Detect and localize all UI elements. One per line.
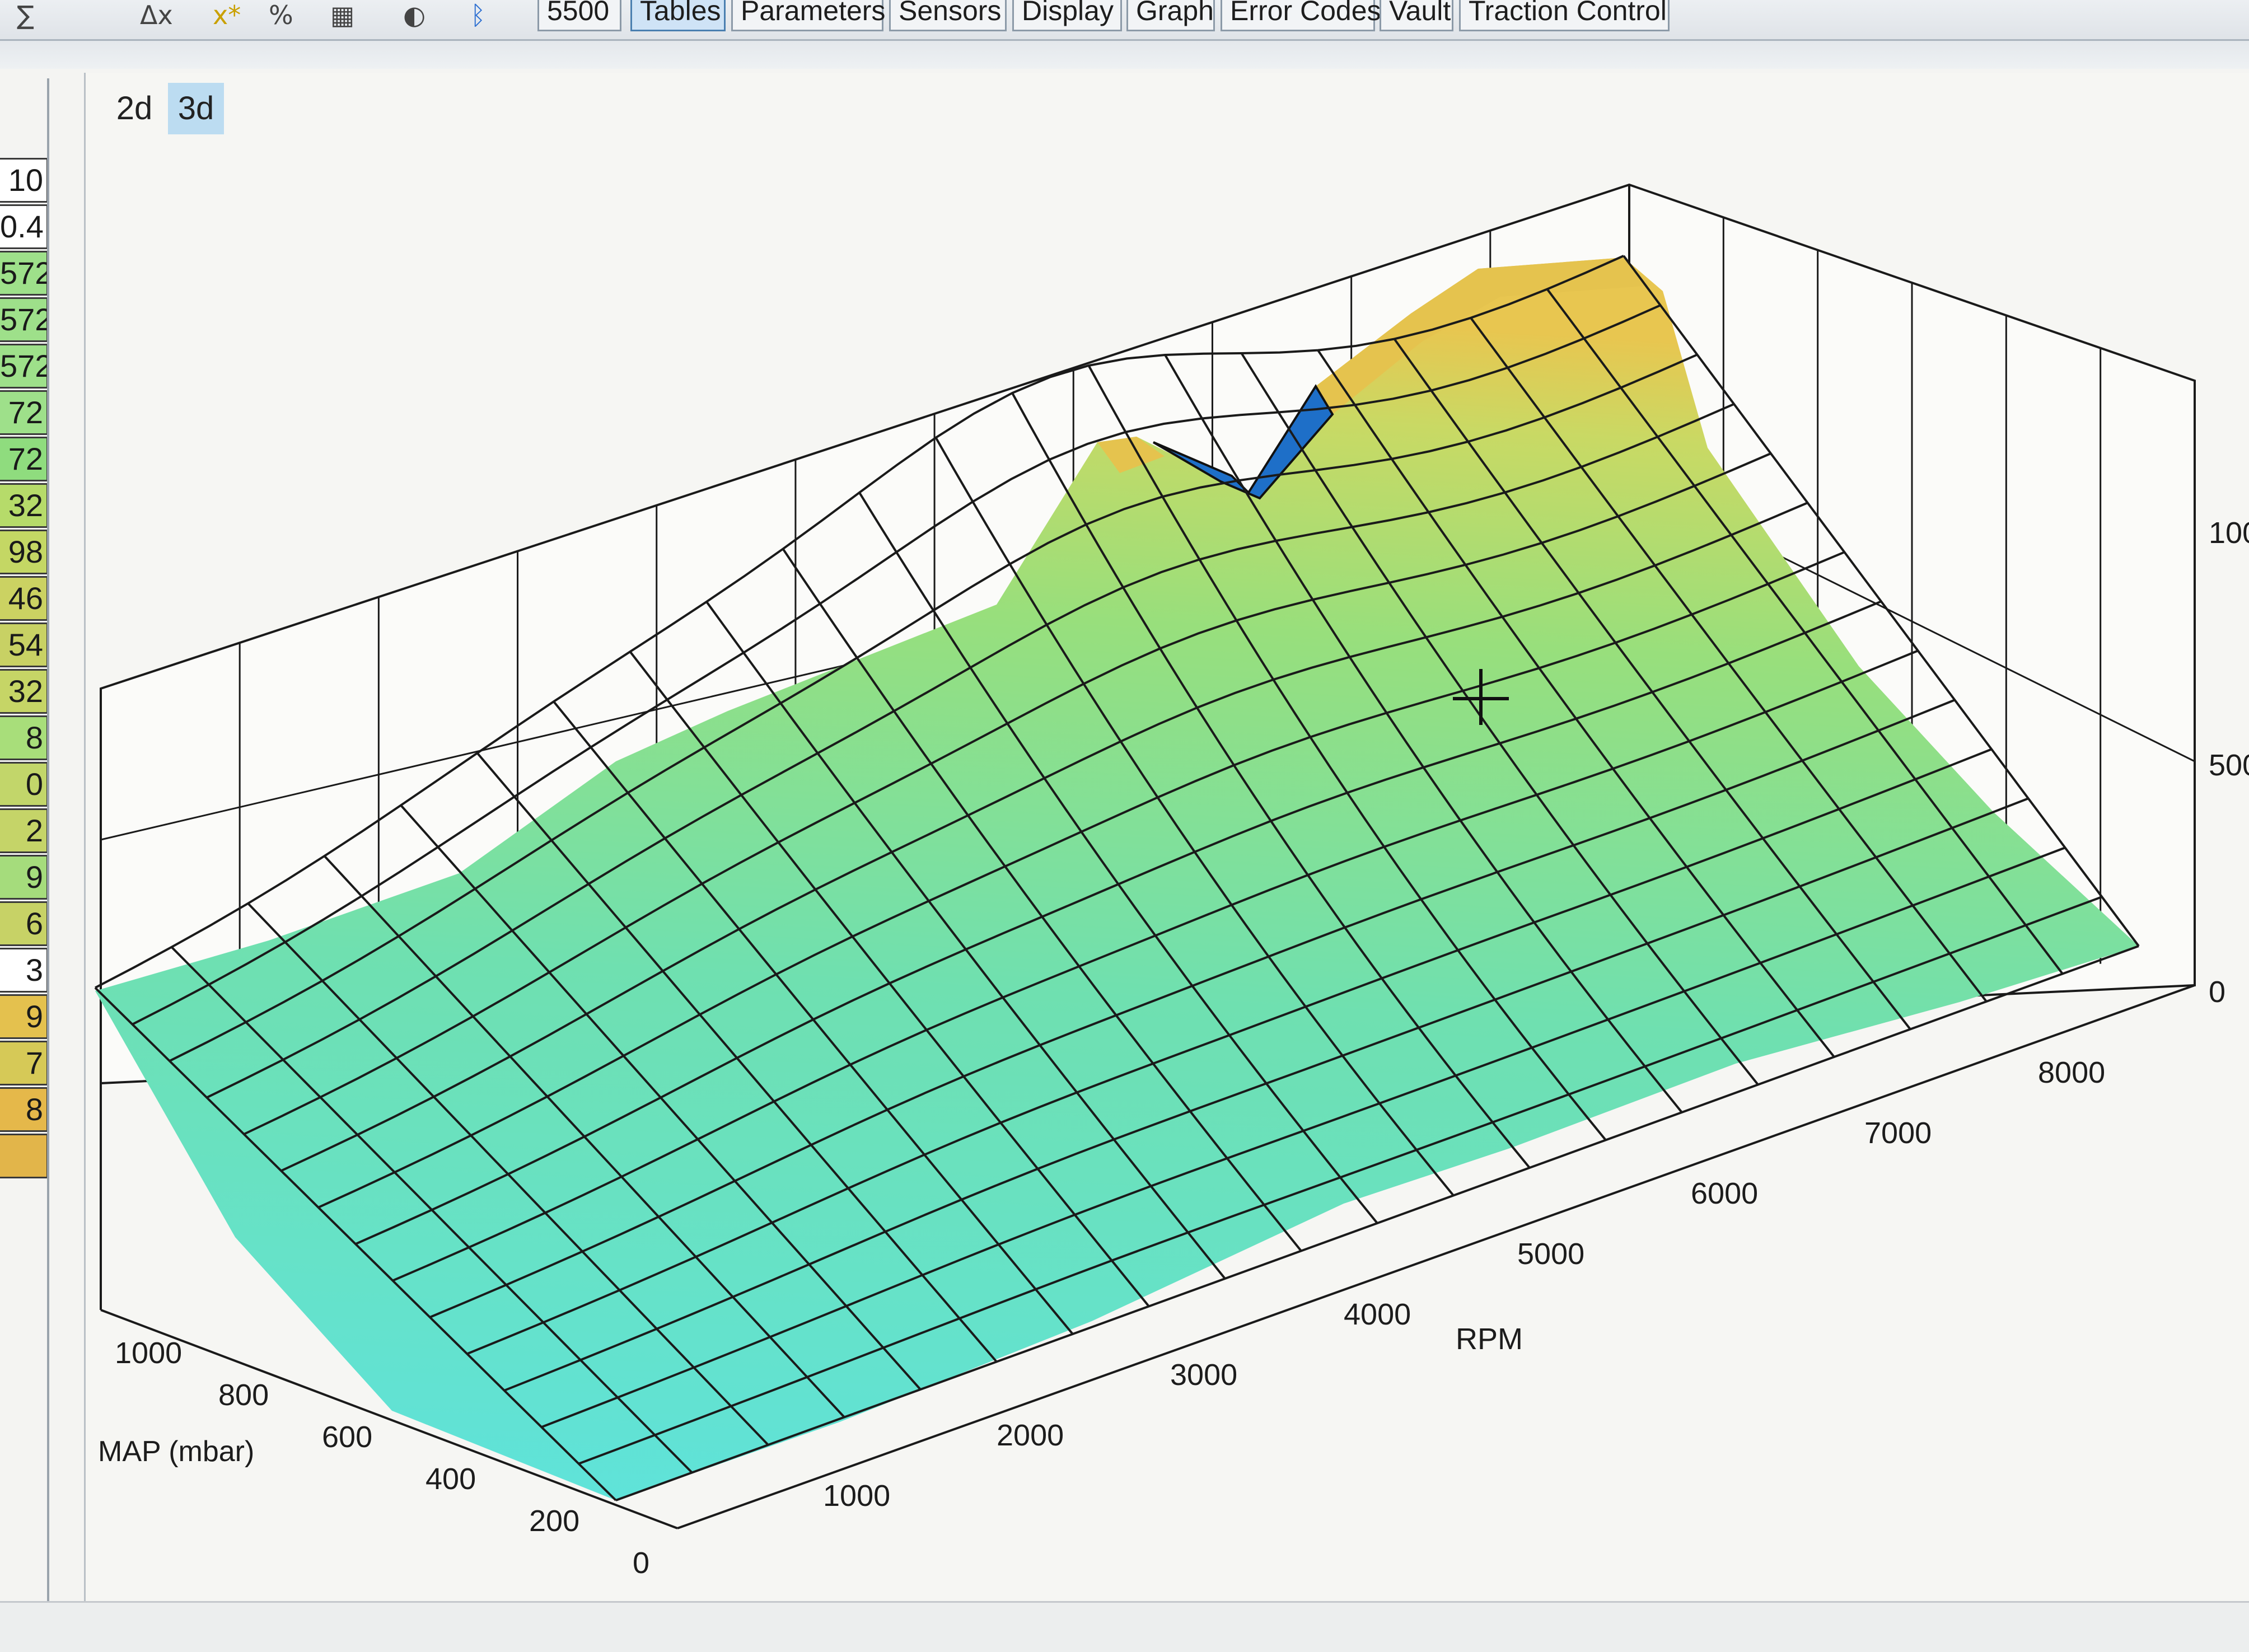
map-axis-label: MAP (mbar) <box>98 1435 254 1468</box>
rpm-axis-label: RPM <box>1456 1322 1523 1356</box>
value-tick-label: 0 <box>2209 975 2225 1009</box>
value-tick-label: 500 <box>2209 748 2249 782</box>
map-tick-label: 0 <box>633 1546 649 1580</box>
status-strip <box>0 1601 2249 1652</box>
map-tick-label: 200 <box>529 1504 579 1538</box>
rpm-tick-label: 1000 <box>823 1479 890 1513</box>
value-tick-label: 100 <box>2209 516 2249 550</box>
surface-chart[interactable]: 10002000300040005000600070008000 0200400… <box>0 0 2249 1650</box>
rpm-tick-label: 2000 <box>997 1419 1064 1452</box>
rpm-tick-label: 8000 <box>2038 1056 2105 1089</box>
rpm-tick-label: 3000 <box>1170 1358 1237 1392</box>
value-axis-ticks: 0 500 100 <box>2209 516 2249 1009</box>
map-tick-label: 600 <box>322 1420 372 1454</box>
rpm-tick-label: 6000 <box>1691 1177 1758 1210</box>
rpm-tick-label: 4000 <box>1344 1298 1411 1331</box>
rpm-tick-label: 7000 <box>1864 1116 1932 1150</box>
map-tick-label: 800 <box>218 1378 269 1412</box>
rpm-tick-label: 5000 <box>1517 1237 1584 1271</box>
map-tick-label: 400 <box>426 1462 476 1496</box>
map-tick-label: 1000 <box>115 1336 182 1370</box>
